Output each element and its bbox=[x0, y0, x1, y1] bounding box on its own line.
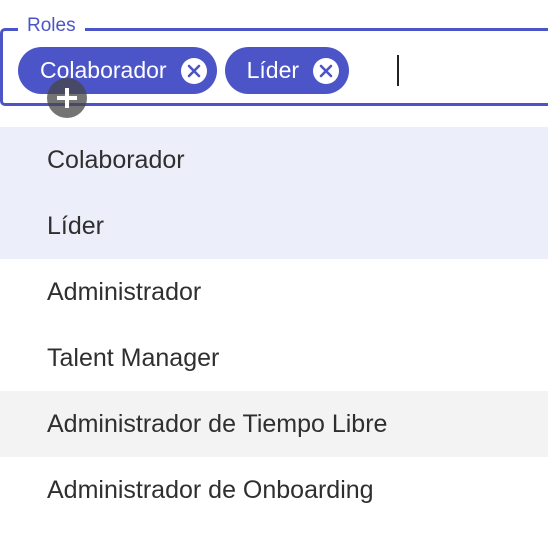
roles-select-screen: Roles Colaborador Líder Colaborador Líde… bbox=[0, 0, 548, 541]
option-administrador[interactable]: Administrador bbox=[0, 259, 548, 325]
option-talent-manager[interactable]: Talent Manager bbox=[0, 325, 548, 391]
roles-options-list: Colaborador Líder Administrador Talent M… bbox=[0, 127, 548, 523]
option-administrador-tiempo-libre[interactable]: Administrador de Tiempo Libre bbox=[0, 391, 548, 457]
close-circle-icon[interactable] bbox=[180, 57, 207, 84]
close-circle-icon[interactable] bbox=[313, 57, 340, 84]
chip-label: Líder bbox=[246, 57, 300, 83]
option-lider[interactable]: Líder bbox=[0, 193, 548, 259]
text-cursor[interactable] bbox=[397, 55, 399, 86]
option-colaborador[interactable]: Colaborador bbox=[0, 127, 548, 193]
option-administrador-onboarding[interactable]: Administrador de Onboarding bbox=[0, 457, 548, 523]
chip-colaborador[interactable]: Colaborador bbox=[18, 47, 217, 94]
roles-field-label: Roles bbox=[18, 14, 85, 38]
plus-icon[interactable] bbox=[47, 78, 87, 118]
chip-lider[interactable]: Líder bbox=[224, 47, 350, 94]
